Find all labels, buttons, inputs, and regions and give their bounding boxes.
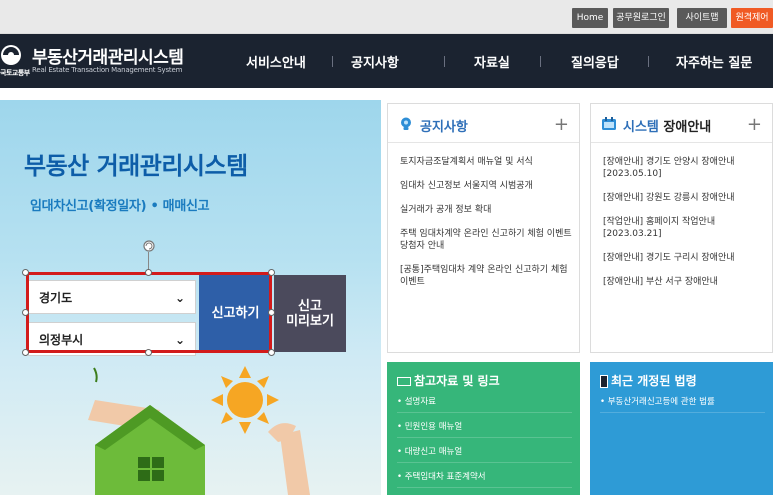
resize-handle[interactable]	[268, 349, 275, 356]
outage-item[interactable]: [장애안내] 경기도 안양시 장애안내 [2023.05.10]	[603, 156, 768, 180]
references-title[interactable]: 참고자료 및 링크	[397, 372, 500, 389]
laws-panel: 최근 개정된 법령 부동산거래신고등에 관한 법률	[590, 362, 773, 495]
site-header: 국토교통부 부동산거래관리시스템 Real Estate Transaction…	[0, 34, 773, 88]
card-icon	[397, 377, 411, 386]
city-select-value: 의정부시	[39, 333, 84, 347]
notice-item[interactable]: 임대차 신고정보 서울지역 시범공개	[400, 180, 575, 192]
notice-item[interactable]: [공통]주택임대차 계약 온라인 신고하기 체험 이벤트	[400, 264, 575, 288]
hero-banner: 부동산 거래관리시스템 임대차신고(확정일자) • 매매신고 경기도 ⌄ 의정부…	[0, 100, 381, 495]
outage-item[interactable]: [장애안내] 부산 서구 장애안내	[603, 276, 768, 288]
resize-handle[interactable]	[268, 309, 275, 316]
reference-item[interactable]: 설명자료	[397, 396, 572, 413]
remote-support-link[interactable]: 원격제어	[731, 8, 773, 28]
ministry-logo-icon[interactable]	[0, 44, 22, 66]
notice-item[interactable]: 실거래가 공개 정보 확대	[400, 204, 575, 216]
province-select-value: 경기도	[39, 291, 73, 305]
hero-subtitle: 임대차신고(확정일자) • 매매신고	[30, 199, 210, 214]
site-title[interactable]: 부동산거래관리시스템	[32, 43, 184, 68]
notice-list: 토지자금조달계획서 매뉴얼 및 서식 임대차 신고정보 서울지역 시범공개 실거…	[400, 156, 575, 300]
notice-item[interactable]: 주택 임대차계약 온라인 신고하기 체험 이벤트 당첨자 안내	[400, 228, 575, 252]
notice-panel: 공지사항 + 토지자금조달계획서 매뉴얼 및 서식 임대차 신고정보 서울지역 …	[387, 103, 580, 353]
chevron-down-icon: ⌄	[174, 333, 185, 347]
resize-handle[interactable]	[22, 309, 29, 316]
sitemap-link[interactable]: 사이트맵	[677, 8, 727, 28]
divider	[388, 142, 579, 143]
resize-handle[interactable]	[145, 349, 152, 356]
preview-button[interactable]: 신고 미리보기	[274, 275, 346, 352]
nav-separator	[648, 56, 649, 67]
resize-handle[interactable]	[22, 349, 29, 356]
notice-more-plus-icon[interactable]: +	[554, 114, 569, 135]
reference-item[interactable]: 민원인용 매뉴얼	[397, 421, 572, 438]
laws-title[interactable]: 최근 개정된 법령	[600, 372, 697, 389]
sun-icon	[211, 366, 279, 434]
references-list: 설명자료 민원인용 매뉴얼 대량신고 매뉴얼 주택임대차 표준계약서	[397, 396, 572, 496]
nav-notice[interactable]: 공지사항	[351, 52, 399, 71]
outage-item[interactable]: [장애안내] 강원도 강릉시 장애안내	[603, 192, 768, 204]
nav-archive[interactable]: 자료실	[474, 52, 510, 71]
reference-item[interactable]: 대량신고 매뉴얼	[397, 446, 572, 463]
resize-handle[interactable]	[268, 269, 275, 276]
nav-service-guide[interactable]: 서비스안내	[246, 52, 306, 71]
utility-bar: Home 공무원로그인 사이트맵 원격제어	[0, 0, 773, 34]
phone-icon	[600, 375, 608, 388]
notice-title[interactable]: 공지사항	[420, 116, 468, 135]
calendar-icon	[602, 117, 616, 130]
nav-separator	[332, 56, 333, 67]
outage-more-plus-icon[interactable]: +	[747, 114, 762, 135]
references-panel: 참고자료 및 링크 설명자료 민원인용 매뉴얼 대량신고 매뉴얼 주택임대차 표…	[387, 362, 580, 495]
references-title-text: 참고자료 및 링크	[414, 374, 500, 388]
divider	[591, 142, 772, 143]
nav-separator	[540, 56, 541, 67]
hero-title: 부동산 거래관리시스템	[24, 152, 248, 180]
outage-title-suffix: 장애안내	[663, 120, 712, 135]
laws-list: 부동산거래신고등에 관한 법률	[600, 396, 765, 421]
notice-item[interactable]: 토지자금조달계획서 매뉴얼 및 서식	[400, 156, 575, 168]
outage-title[interactable]: 시스템 장애안내	[623, 116, 711, 135]
city-select[interactable]: 의정부시 ⌄	[28, 322, 196, 356]
resize-handle[interactable]	[145, 269, 152, 276]
reference-item[interactable]: 주택임대차 표준계약서	[397, 471, 572, 488]
outage-item[interactable]: [장애안내] 경기도 구리시 장애안내	[603, 252, 768, 264]
laws-title-text: 최근 개정된 법령	[611, 374, 697, 388]
law-item[interactable]: 부동산거래신고등에 관한 법률	[600, 396, 765, 413]
nav-qna[interactable]: 질의응답	[571, 52, 619, 71]
nav-faq[interactable]: 자주하는 질문	[676, 52, 752, 71]
nav-separator	[444, 56, 445, 67]
site-subtitle: Real Estate Transaction Management Syste…	[32, 66, 183, 74]
rotate-handle-icon[interactable]	[142, 239, 156, 253]
lightbulb-icon	[401, 117, 411, 130]
ministry-name: 국토교통부	[0, 69, 30, 77]
official-login-link[interactable]: 공무원로그인	[613, 8, 669, 28]
outage-title-prefix: 시스템	[623, 120, 659, 135]
preview-button-line2: 미리보기	[286, 314, 334, 329]
resize-handle[interactable]	[22, 269, 29, 276]
preview-button-line1: 신고	[298, 299, 322, 314]
home-link[interactable]: Home	[572, 8, 608, 28]
chevron-down-icon: ⌄	[174, 291, 185, 305]
report-button[interactable]: 신고하기	[199, 275, 272, 352]
outage-panel: 시스템 장애안내 + [장애안내] 경기도 안양시 장애안내 [2023.05.…	[590, 103, 773, 353]
outage-list: [장애안내] 경기도 안양시 장애안내 [2023.05.10] [장애안내] …	[603, 156, 768, 300]
outage-item[interactable]: [작업안내] 홈페이지 작업안내 [2023.03.21]	[603, 216, 768, 240]
province-select[interactable]: 경기도 ⌄	[28, 280, 196, 314]
